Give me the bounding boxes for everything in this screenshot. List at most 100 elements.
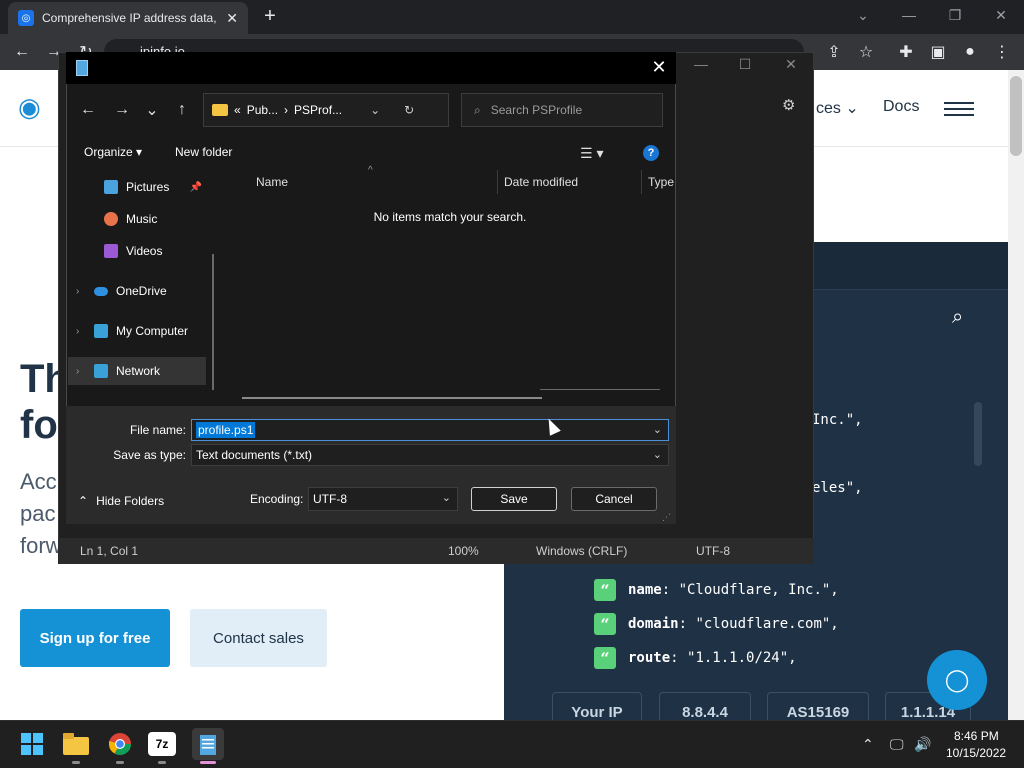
help-icon[interactable]: ? xyxy=(643,145,659,161)
cancel-button[interactable]: Cancel xyxy=(571,487,657,511)
nav-item-music[interactable]: Music xyxy=(68,205,206,233)
volume-icon[interactable]: 🔊 xyxy=(914,736,931,753)
clock-time[interactable]: 8:46 PM xyxy=(954,729,999,743)
menu-kebab-icon[interactable]: ⋮ xyxy=(990,40,1014,64)
clock-date[interactable]: 10/15/2022 xyxy=(946,746,1006,760)
tab-search-icon[interactable]: ⌄ xyxy=(840,0,886,30)
minimize-icon[interactable]: — xyxy=(886,0,932,30)
column-header-type[interactable]: Type xyxy=(648,175,674,189)
nav-item-label: Pictures xyxy=(126,180,170,194)
encoding-value: UTF-8 xyxy=(313,492,347,506)
dialog-close-icon[interactable]: ✕ xyxy=(646,56,672,78)
close-window-icon[interactable]: ✕ xyxy=(978,0,1024,30)
dialog-title-bar: Save as xyxy=(66,52,676,84)
chevron-right-icon[interactable]: › xyxy=(76,286,86,297)
show-hidden-icons-icon[interactable]: ⌃ xyxy=(862,736,874,753)
hide-folders-button[interactable]: ⌃ Hide Folders xyxy=(78,494,164,508)
chevron-down-icon: ⌄ xyxy=(652,449,662,461)
browser-tab[interactable]: ◎ Comprehensive IP address data, I ✕ xyxy=(8,2,248,34)
save-as-type-label: Save as type: xyxy=(113,448,186,462)
nav-item-network[interactable]: › Network xyxy=(68,357,206,385)
dialog-address-bar[interactable]: « Pub... › PSProf... ⌄ ↻ xyxy=(203,93,449,127)
status-eol: Windows (CRLF) xyxy=(536,544,628,558)
back-arrow-icon[interactable]: ← xyxy=(76,98,100,122)
extensions-icon[interactable]: ✚ xyxy=(894,40,918,64)
column-separator[interactable] xyxy=(497,170,498,194)
folder-icon xyxy=(212,104,228,116)
code-scrollbar[interactable] xyxy=(974,402,982,466)
empty-results-message: No items match your search. xyxy=(373,210,527,224)
code-fragment: eles", xyxy=(812,480,863,496)
recent-locations-icon[interactable]: ⌄ xyxy=(140,98,164,122)
save-button[interactable]: Save xyxy=(471,487,557,511)
nav-resources[interactable]: ces ⌄ xyxy=(816,98,859,118)
breadcrumb-overflow[interactable]: « xyxy=(234,103,241,117)
notepad-maximize-icon[interactable]: ☐ xyxy=(730,56,760,73)
new-tab-icon[interactable]: + xyxy=(258,4,282,28)
nav-item-videos[interactable]: Videos xyxy=(68,237,206,265)
chevron-right-icon[interactable]: › xyxy=(76,326,86,337)
notepad-minimize-icon[interactable]: — xyxy=(686,56,716,72)
resize-grip-icon[interactable]: ⋰ xyxy=(662,512,671,523)
sign-up-button[interactable]: Sign up for free xyxy=(20,609,170,667)
status-zoom: 100% xyxy=(448,544,479,558)
nav-item-label: Network xyxy=(116,364,161,378)
tab-close-icon[interactable]: ✕ xyxy=(226,10,238,27)
column-separator[interactable] xyxy=(641,170,642,194)
column-header-date-modified[interactable]: Date modified xyxy=(504,175,578,189)
nav-pane-scrollbar[interactable] xyxy=(212,254,214,390)
side-panel-icon[interactable]: ▣ xyxy=(926,40,950,64)
chat-widget-icon[interactable]: ◯ xyxy=(927,650,987,710)
file-explorer-icon[interactable] xyxy=(60,728,92,760)
organize-button[interactable]: Organize ▾ xyxy=(84,145,142,159)
chevron-right-icon[interactable]: › xyxy=(76,366,86,377)
address-dropdown-icon[interactable]: ⌄ xyxy=(370,103,380,117)
search-icon[interactable]: ⌕ xyxy=(952,306,963,329)
organize-label: Organize xyxy=(84,145,133,159)
up-arrow-icon[interactable]: ↑ xyxy=(170,98,194,122)
chevron-down-icon: ⌄ xyxy=(845,100,859,117)
network-tray-icon[interactable]: 🖵 xyxy=(890,736,904,753)
notepad-settings-icon[interactable]: ⚙ xyxy=(782,96,795,114)
chevron-down-icon[interactable]: ⌄ xyxy=(653,423,662,436)
file-list-horizontal-scrollbar[interactable] xyxy=(242,397,542,399)
bookmark-star-icon[interactable]: ☆ xyxy=(854,40,878,64)
ipinfo-logo-icon[interactable]: ◉ xyxy=(18,92,48,122)
nav-item-my-computer[interactable]: › My Computer xyxy=(68,317,206,345)
breadcrumb-item[interactable]: Pub... xyxy=(247,103,278,117)
nav-item-pictures[interactable]: Pictures 📌 xyxy=(68,173,206,201)
ipinfo-favicon-icon: ◎ xyxy=(18,10,34,26)
save-as-type-select[interactable]: Text documents (*.txt) ⌄ xyxy=(191,444,669,466)
nav-item-onedrive[interactable]: › OneDrive xyxy=(68,277,206,305)
refresh-icon[interactable]: ↻ xyxy=(404,103,414,117)
encoding-select[interactable]: UTF-8 ⌄ xyxy=(308,487,458,511)
new-folder-button[interactable]: New folder xyxy=(175,145,232,159)
page-scrollbar-thumb[interactable] xyxy=(1010,76,1022,156)
active-indicator xyxy=(200,761,216,764)
profile-icon[interactable]: ● xyxy=(958,40,982,64)
contact-sales-button[interactable]: Contact sales xyxy=(190,609,327,667)
running-indicator xyxy=(158,761,166,764)
videos-icon xyxy=(104,244,118,258)
hamburger-menu-icon[interactable] xyxy=(944,102,974,116)
page-scrollbar[interactable] xyxy=(1008,70,1024,720)
view-options-icon[interactable]: ☰ ▾ xyxy=(580,145,603,162)
forward-arrow-icon[interactable]: → xyxy=(110,98,134,122)
nav-docs[interactable]: Docs xyxy=(883,98,919,116)
restore-icon[interactable]: ❐ xyxy=(932,0,978,30)
network-icon xyxy=(94,364,108,378)
dialog-search-input[interactable]: ⌕ Search PSProfile xyxy=(461,93,663,127)
file-name-input[interactable]: profile.ps1 ⌄ xyxy=(191,419,669,441)
chrome-icon[interactable] xyxy=(104,728,136,760)
start-windows-icon[interactable] xyxy=(16,728,48,760)
7zip-icon[interactable]: 7z xyxy=(148,732,176,756)
nav-resources-label: ces xyxy=(816,100,841,117)
notepad-close-icon[interactable]: ✕ xyxy=(776,56,806,73)
notepad-taskbar-icon[interactable] xyxy=(192,728,224,760)
quote-icon: “ xyxy=(594,647,616,669)
share-icon[interactable]: ⇪ xyxy=(822,40,846,64)
breadcrumb-item[interactable]: PSProf... xyxy=(294,103,342,117)
back-icon[interactable]: ← xyxy=(10,40,34,64)
column-header-name[interactable]: Name xyxy=(256,175,288,189)
pictures-icon xyxy=(104,180,118,194)
